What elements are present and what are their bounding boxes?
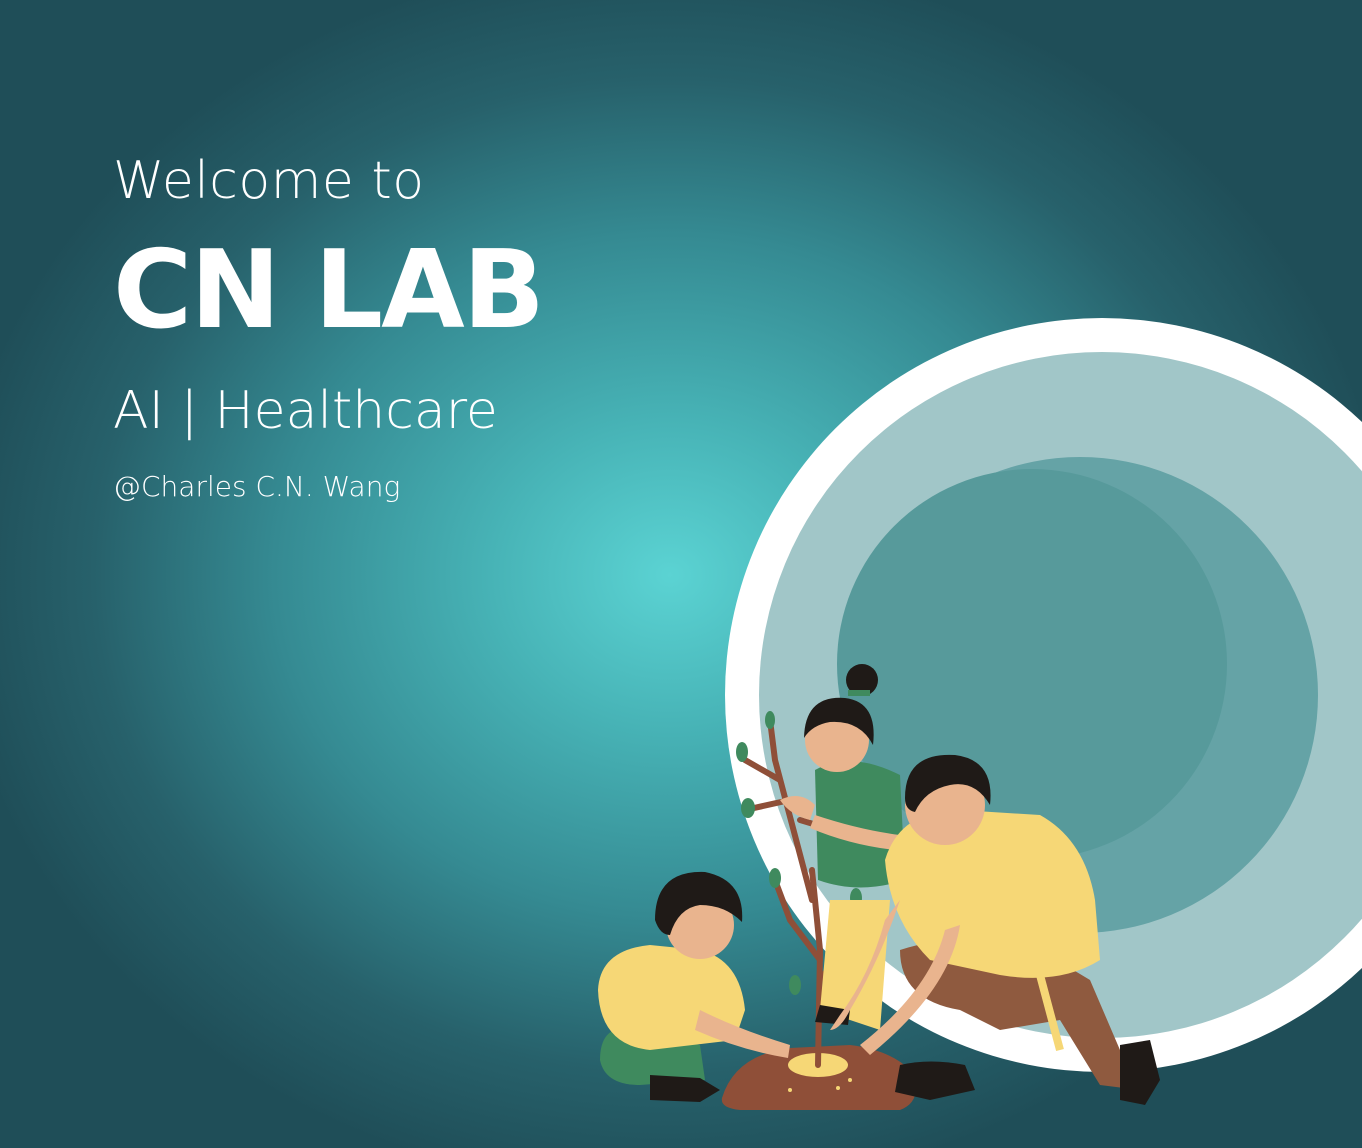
hero-banner: Welcome to CN LAB AI | Healthcare @Charl… (0, 0, 1362, 1148)
subtitle-tagline: AI | Healthcare (113, 381, 498, 441)
author-credit: @Charles C.N. Wang (113, 470, 401, 503)
brand-title: CN LAB (113, 228, 545, 353)
welcome-heading: Welcome to (113, 151, 425, 211)
